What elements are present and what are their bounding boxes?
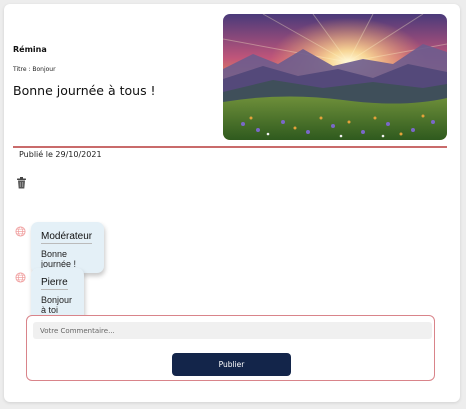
comment-form: Publier <box>26 315 435 381</box>
comment-author: Modérateur <box>41 231 93 244</box>
globe-icon <box>15 222 26 237</box>
globe-icon <box>15 268 26 283</box>
comment-author: Pierre <box>41 277 68 290</box>
post-text: Bonne journée à tous ! <box>13 83 156 98</box>
trash-icon[interactable] <box>16 174 27 189</box>
comment-bubble: Modérateur Bonne journée ! <box>31 222 105 273</box>
mountain-sunset-image <box>223 14 447 140</box>
publish-button[interactable]: Publier <box>172 353 291 376</box>
post-date: Publié le 29/10/2021 <box>19 150 102 159</box>
post-title: Titre : Bonjour <box>13 66 56 73</box>
post-author: Rémina <box>13 45 47 54</box>
comment-input[interactable] <box>33 322 432 339</box>
comment-text: Bonne journée ! <box>41 249 77 269</box>
post-divider <box>13 146 447 148</box>
post-image <box>223 14 447 140</box>
